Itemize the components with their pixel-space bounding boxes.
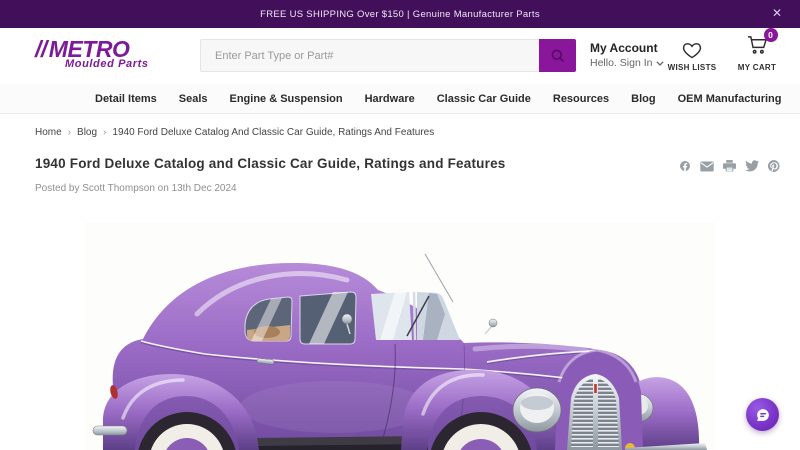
- breadcrumb-separator: ›: [103, 127, 107, 138]
- cart-button[interactable]: 0 MY CART: [728, 28, 786, 72]
- nav-item-classic-car-guide[interactable]: Classic Car Guide: [437, 93, 531, 105]
- nav-item-engine-suspension[interactable]: Engine & Suspension: [230, 93, 343, 105]
- logo-slashes-icon: //: [35, 36, 47, 62]
- breadcrumb-blog[interactable]: Blog: [77, 127, 97, 138]
- search-icon: [551, 49, 564, 62]
- cart-label: MY CART: [737, 63, 777, 72]
- hero-car-illustration: [92, 253, 707, 450]
- hero-image: [85, 222, 715, 450]
- breadcrumb: Home › Blog › 1940 Ford Deluxe Catalog A…: [35, 127, 434, 138]
- pinterest-icon[interactable]: [768, 160, 780, 172]
- wishlists-button[interactable]: WISH LISTS: [664, 38, 720, 72]
- share-icons: [679, 160, 780, 172]
- page: FREE US SHIPPING Over $150 | Genuine Man…: [0, 0, 800, 450]
- email-icon[interactable]: [700, 161, 714, 172]
- cart-count-badge: 0: [763, 28, 778, 42]
- nav-item-seals[interactable]: Seals: [179, 93, 208, 105]
- logo[interactable]: //METRO Moulded Parts: [35, 36, 149, 71]
- search-bar: [200, 39, 576, 72]
- twitter-icon[interactable]: [745, 160, 759, 172]
- search-input[interactable]: [200, 39, 539, 72]
- account-greeting: Hello. Sign In: [590, 57, 653, 69]
- facebook-icon[interactable]: [679, 160, 691, 172]
- nav-item-detail-items[interactable]: Detail Items: [95, 93, 157, 105]
- announcement-bar: FREE US SHIPPING Over $150 | Genuine Man…: [0, 0, 800, 28]
- nav-item-oem-manufacturing[interactable]: OEM Manufacturing: [678, 93, 782, 105]
- chat-bubble-icon: [756, 408, 769, 421]
- car-windows: [244, 291, 460, 345]
- heart-icon: [682, 43, 702, 59]
- page-title: 1940 Ford Deluxe Catalog and Classic Car…: [35, 156, 506, 171]
- nav-item-resources[interactable]: Resources: [553, 93, 609, 105]
- account-title: My Account: [590, 41, 658, 55]
- main-nav: Detail Items Seals Engine & Suspension H…: [0, 84, 800, 114]
- logo-tagline: Moulded Parts: [65, 58, 149, 70]
- breadcrumb-home[interactable]: Home: [35, 127, 62, 138]
- breadcrumb-separator: ›: [67, 127, 72, 138]
- print-icon[interactable]: [723, 160, 736, 172]
- close-icon[interactable]: ✕: [772, 6, 782, 20]
- breadcrumb-current: 1940 Ford Deluxe Catalog And Classic Car…: [112, 127, 435, 138]
- wishlists-label: WISH LISTS: [667, 63, 717, 72]
- post-byline: Posted by Scott Thompson on 13th Dec 202…: [35, 183, 237, 194]
- nav-item-blog[interactable]: Blog: [631, 93, 655, 105]
- announcement-text: FREE US SHIPPING Over $150 | Genuine Man…: [260, 8, 540, 20]
- chat-launcher-button[interactable]: [746, 398, 779, 431]
- header: //METRO Moulded Parts My Account Hello. …: [0, 28, 800, 84]
- nav-item-hardware[interactable]: Hardware: [365, 93, 415, 105]
- search-button[interactable]: [539, 39, 576, 72]
- account-menu[interactable]: My Account Hello. Sign In: [590, 41, 665, 69]
- car-headlight: [512, 387, 562, 433]
